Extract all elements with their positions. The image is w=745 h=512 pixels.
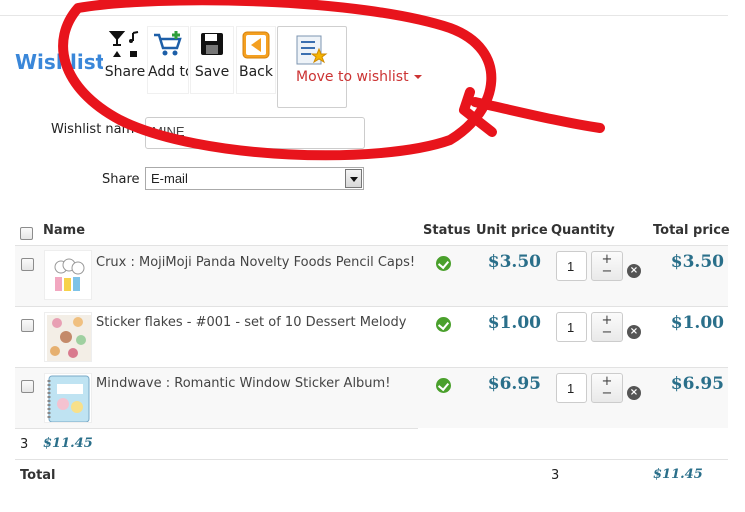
quantity-input[interactable]: 1 bbox=[556, 312, 587, 342]
product-thumbnail[interactable] bbox=[44, 373, 92, 423]
col-header-name: Name bbox=[43, 223, 86, 238]
list-star-icon bbox=[296, 35, 328, 65]
col-header-unit-price: Unit price bbox=[476, 223, 548, 238]
product-name-link[interactable]: Crux : MojiMoji Panda Novelty Foods Penc… bbox=[96, 255, 415, 270]
total-count: 3 bbox=[551, 468, 560, 483]
unit-price: $1.00 bbox=[487, 313, 541, 333]
total-label: Total bbox=[20, 468, 56, 483]
dropdown-arrow-icon[interactable] bbox=[345, 169, 362, 188]
total-price: $3.50 bbox=[670, 252, 724, 272]
wishlist-name-input[interactable]: MINE bbox=[145, 117, 365, 149]
floppy-disk-icon bbox=[201, 33, 223, 55]
save-button[interactable]: Save bbox=[190, 26, 234, 94]
quantity-input[interactable]: 1 bbox=[556, 251, 587, 281]
subtotal-amount: $11.45 bbox=[43, 436, 93, 451]
page-title: Wishlist bbox=[15, 50, 106, 74]
move-to-wishlist-dropdown[interactable] bbox=[277, 26, 347, 108]
product-image bbox=[54, 258, 85, 291]
unit-price: $3.50 bbox=[487, 252, 541, 272]
subtotal-count: 3 bbox=[20, 437, 29, 452]
status-ok-icon bbox=[436, 378, 451, 393]
col-header-total-price: Total price bbox=[653, 223, 730, 238]
share-select[interactable]: E-mail bbox=[145, 167, 364, 190]
col-header-quantity: Quantity bbox=[551, 223, 615, 238]
product-image bbox=[47, 315, 91, 361]
top-divider bbox=[0, 15, 728, 16]
remove-item-icon[interactable]: × bbox=[627, 264, 641, 278]
row-checkbox[interactable] bbox=[21, 380, 34, 393]
back-button-label: Back bbox=[239, 64, 273, 80]
total-amount: $11.45 bbox=[653, 467, 703, 482]
quantity-input[interactable]: 1 bbox=[556, 373, 587, 403]
quantity-stepper[interactable]: + − bbox=[591, 312, 623, 342]
remove-item-icon[interactable]: × bbox=[627, 386, 641, 400]
subtotal-divider bbox=[15, 428, 418, 429]
quantity-stepper[interactable]: + − bbox=[591, 373, 623, 403]
share-select-label: Share bbox=[102, 172, 140, 187]
minus-icon[interactable]: − bbox=[592, 387, 622, 400]
save-button-label: Save bbox=[194, 64, 230, 80]
minus-icon[interactable]: − bbox=[592, 265, 622, 278]
share-icon bbox=[108, 31, 139, 57]
share-button[interactable]: Share bbox=[103, 26, 147, 94]
add-to-cart-label: Add to cart bbox=[148, 64, 188, 80]
share-button-label: Share bbox=[104, 64, 146, 80]
remove-item-icon[interactable]: × bbox=[627, 325, 641, 339]
move-to-wishlist-text: Move to wishlist bbox=[296, 69, 409, 85]
back-arrow-icon bbox=[242, 31, 270, 59]
share-select-value: E-mail bbox=[151, 171, 188, 186]
move-to-wishlist-label[interactable]: Move to wishlist bbox=[296, 69, 422, 85]
product-name-link[interactable]: Mindwave : Romantic Window Sticker Album… bbox=[96, 376, 390, 391]
select-all-checkbox[interactable] bbox=[20, 227, 33, 240]
add-to-cart-button[interactable]: Add to cart bbox=[147, 26, 189, 94]
minus-icon[interactable]: − bbox=[592, 326, 622, 339]
unit-price: $6.95 bbox=[487, 374, 541, 394]
quantity-stepper[interactable]: + − bbox=[591, 251, 623, 281]
product-image bbox=[47, 375, 90, 422]
total-price: $1.00 bbox=[670, 313, 724, 333]
row-checkbox[interactable] bbox=[21, 319, 34, 332]
total-divider bbox=[15, 459, 728, 460]
annotation-arrow bbox=[459, 87, 605, 137]
status-ok-icon bbox=[436, 256, 451, 271]
back-button[interactable]: Back bbox=[236, 26, 276, 94]
total-price: $6.95 bbox=[670, 374, 724, 394]
wishlist-name-label: Wishlist name bbox=[51, 122, 143, 137]
row-checkbox[interactable] bbox=[21, 258, 34, 271]
product-name-link[interactable]: Sticker flakes - #001 - set of 10 Desser… bbox=[96, 315, 406, 330]
caret-down-icon bbox=[413, 75, 422, 79]
product-thumbnail[interactable] bbox=[44, 312, 92, 362]
product-thumbnail[interactable] bbox=[44, 250, 92, 300]
col-header-status: Status bbox=[423, 223, 471, 238]
status-ok-icon bbox=[436, 317, 451, 332]
cart-add-icon bbox=[154, 31, 182, 56]
